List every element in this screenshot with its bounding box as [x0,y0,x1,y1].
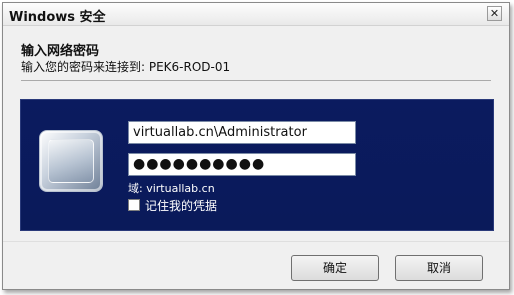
dialog-footer: 确定 取消 [3,241,509,289]
dialog-subheading: 输入您的密码来连接到: PEK6-ROD-01 [21,60,231,74]
ok-button[interactable]: 确定 [291,255,379,281]
window-title: Windows 安全 [9,10,106,25]
cancel-button[interactable]: 取消 [395,255,483,281]
username-input[interactable]: virtuallab.cn\Administrator [128,121,356,144]
windows-security-dialog: Windows 安全 ✕ 输入网络密码 输入您的密码来连接到: PEK6-ROD… [2,2,510,290]
credential-panel: virtuallab.cn\Administrator ●●●●●●●●●● 域… [20,99,494,231]
dialog-heading: 输入网络密码 [21,44,100,59]
close-icon: ✕ [489,7,500,20]
domain-label: 域: virtuallab.cn [128,182,215,195]
close-button[interactable]: ✕ [487,6,502,21]
remember-label: 记住我的凭据 [145,199,218,213]
user-tile-icon [39,130,103,192]
header-divider [21,80,491,81]
password-input[interactable]: ●●●●●●●●●● [128,153,356,176]
title-bar[interactable]: Windows 安全 ✕ [3,3,509,26]
user-tile-frame [48,139,94,183]
remember-checkbox[interactable] [128,199,140,211]
